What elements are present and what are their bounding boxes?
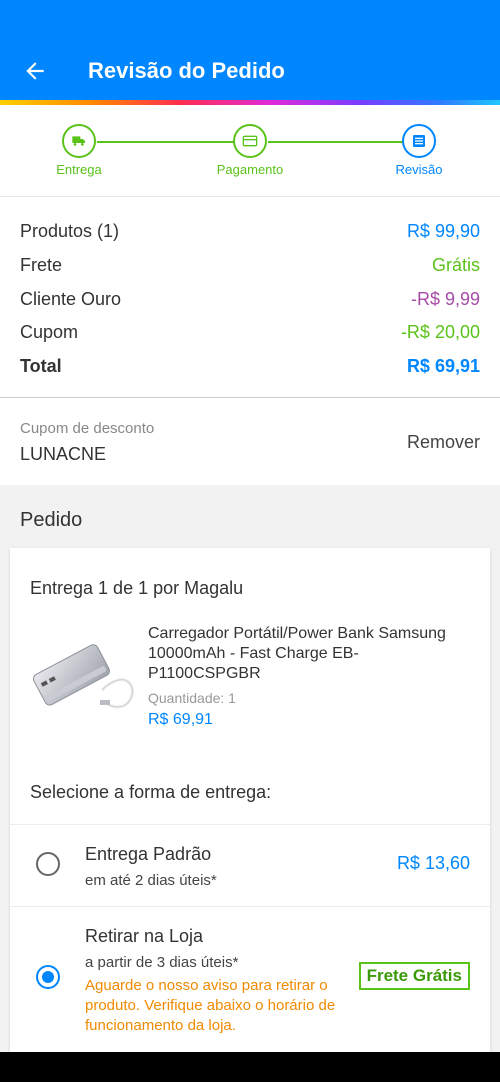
order-card: Entrega 1 de 1 por Magalu Carregador Por… (10, 548, 490, 1068)
truck-icon (72, 136, 85, 146)
step-label-entrega: Entrega (56, 162, 102, 177)
coupon-caption: Cupom de desconto (20, 420, 155, 437)
free-shipping-badge: Frete Grátis (358, 962, 470, 990)
option-standard-subtitle: em até 2 dias úteis* (85, 872, 217, 889)
radio-standard[interactable] (36, 852, 60, 876)
radio-selected-dot (42, 971, 54, 983)
step-pagamento (233, 124, 267, 158)
summary-total-label: Total (20, 356, 62, 376)
product-image (32, 644, 134, 709)
summary-products-label: Produtos (1) (20, 221, 120, 241)
coupon-code: LUNACNE (20, 444, 107, 464)
summary-shipping: Frete Grátis (20, 255, 480, 281)
option-pickup-subtitle: a partir de 3 dias úteis* (85, 954, 239, 971)
order-section-title: Pedido (20, 509, 83, 531)
summary-products: Produtos (1) R$ 99,90 (20, 221, 480, 247)
delivery-title: Entrega 1 de 1 por Magalu (30, 578, 244, 598)
option-standard-title: Entrega Padrão (85, 844, 212, 864)
step-revisao (402, 124, 436, 158)
divider (10, 906, 490, 907)
summary-total-value: R$ 69,91 (406, 356, 480, 376)
page-title: Revisão do Pedido (88, 58, 285, 83)
summary-shipping-label: Frete (20, 255, 63, 275)
step-entrega (62, 124, 96, 158)
card-icon (242, 135, 258, 147)
summary-gold-value: -R$ 9,99 (410, 289, 480, 309)
remove-coupon-button[interactable]: Remover (407, 432, 480, 453)
product-quantity: Quantidade: 1 (148, 690, 236, 706)
option-pickup-warning: Aguarde o nosso aviso para retirar o pro… (85, 977, 336, 1034)
summary-coupon-value: -R$ 20,00 (400, 322, 480, 342)
document-icon (413, 135, 425, 147)
option-pickup-title: Retirar na Loja (85, 926, 204, 946)
delivery-method-title: Selecione a forma de entrega: (30, 782, 272, 802)
divider (10, 824, 490, 825)
summary-gold-label: Cliente Ouro (20, 289, 122, 309)
summary-shipping-value: Grátis (431, 255, 480, 275)
summary-coupon-label: Cupom (20, 322, 79, 342)
summary-total: Total R$ 69,91 (20, 356, 480, 382)
product-price: R$ 69,91 (148, 711, 213, 728)
summary-products-value: R$ 99,90 (406, 221, 480, 241)
option-standard-price: R$ 13,60 (396, 853, 470, 873)
step-connector (97, 141, 235, 143)
coupon-box: Cupom de desconto LUNACNE Remover (0, 397, 500, 485)
radio-pickup[interactable] (36, 965, 60, 989)
product-name[interactable]: Carregador Portátil/Power Bank Samsung 1… (148, 624, 448, 684)
app-bar: Revisão do Pedido (0, 0, 500, 100)
arrow-left-icon[interactable] (22, 58, 48, 84)
summary-gold: Cliente Ouro -R$ 9,99 (20, 289, 480, 315)
summary-coupon: Cupom -R$ 20,00 (20, 322, 480, 348)
price-summary: Produtos (1) R$ 99,90 Frete Grátis Clien… (0, 196, 500, 397)
step-connector (268, 141, 404, 143)
system-nav-bar (0, 1052, 500, 1082)
step-label-pagamento: Pagamento (216, 162, 284, 177)
step-label-revisao: Revisão (395, 162, 443, 177)
